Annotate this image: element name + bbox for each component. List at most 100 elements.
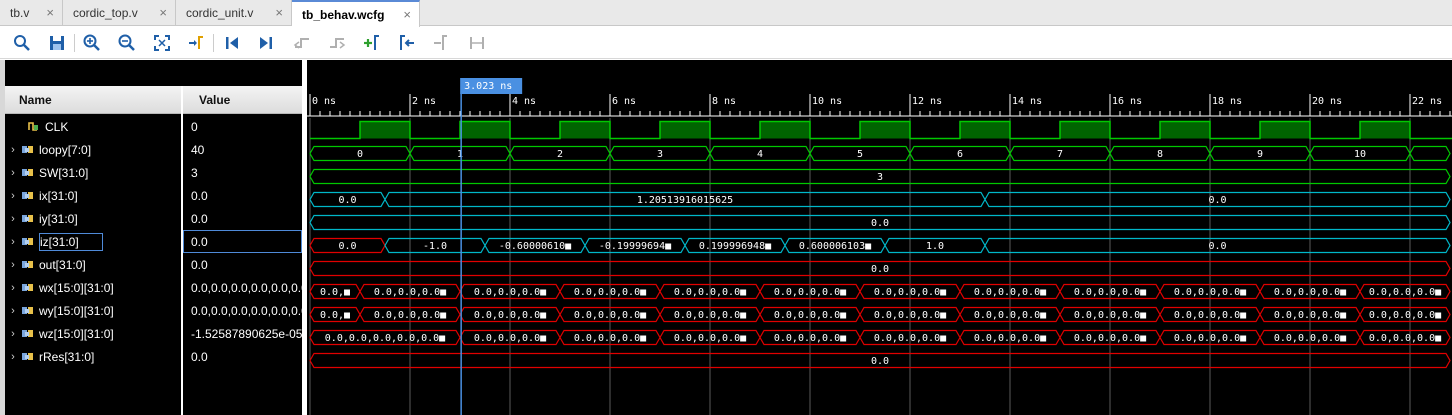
- chevron-right-icon[interactable]: ›: [5, 213, 21, 225]
- signal-name: ix[31:0]: [39, 188, 78, 203]
- bus-signal-icon: [22, 261, 33, 268]
- goto-cursor-icon[interactable]: [186, 33, 206, 53]
- waveform-viewer[interactable]: 0 ns 2 ns 4 ns 6 ns 8 ns 10 ns 12 ns 14 ns 16 ns…: [307, 60, 1452, 415]
- wx-value-label: 0.0,0.0,0.0■: [974, 287, 1046, 298]
- toolbar-separator: [74, 34, 75, 52]
- close-icon[interactable]: ×: [159, 5, 167, 20]
- wz-value-label: 0.0,0.0,0.0■: [1369, 333, 1441, 344]
- tab-cordic-top-v[interactable]: cordic_top.v ×: [63, 0, 176, 26]
- signal-row[interactable]: › wx[15:0][31:0]: [5, 276, 181, 299]
- chevron-right-icon[interactable]: ›: [5, 305, 21, 317]
- zoom-out-icon[interactable]: [117, 33, 137, 53]
- signal-value: 3: [191, 165, 198, 180]
- waveform-canvas[interactable]: 0 ns 2 ns 4 ns 6 ns 8 ns 10 ns 12 ns 14 ns 16 ns…: [307, 60, 1452, 415]
- ruler-tick-label: 8 ns: [712, 96, 736, 107]
- zoom-in-icon[interactable]: [82, 33, 102, 53]
- signal-row[interactable]: › iz[31:0]: [5, 230, 181, 253]
- chevron-right-icon[interactable]: ›: [5, 144, 21, 156]
- signal-value: -1.52587890625e-05: [191, 326, 302, 341]
- wx-value-label: 0.0,0.0,0.0■: [474, 287, 546, 298]
- signal-row[interactable]: › SW[31:0]: [5, 161, 181, 184]
- close-icon[interactable]: ×: [275, 5, 283, 20]
- out-value-label: 0.0: [871, 264, 889, 275]
- signal-name: SW[31:0]: [39, 165, 89, 180]
- wy-value-label: 0.0,0.0,0.0■: [574, 310, 646, 321]
- value-column-header[interactable]: Value: [183, 86, 302, 114]
- search-icon[interactable]: [12, 33, 32, 53]
- ruler-tick-label: 4 ns: [512, 96, 536, 107]
- chevron-right-icon[interactable]: ›: [5, 351, 21, 363]
- ruler-tick-label: 16 ns: [1112, 96, 1142, 107]
- iz-value-label: -0.19999694■: [599, 241, 671, 252]
- signal-row[interactable]: › ix[31:0]: [5, 184, 181, 207]
- chevron-right-icon[interactable]: ›: [5, 236, 21, 248]
- signal-name: rRes[31:0]: [39, 349, 95, 364]
- clk-high-fill: [760, 121, 810, 139]
- next-marker-icon[interactable]: [431, 33, 451, 53]
- swap-cursors-icon[interactable]: [467, 33, 487, 53]
- tab-cordic-unit-v[interactable]: cordic_unit.v ×: [176, 0, 292, 26]
- save-icon[interactable]: [47, 33, 67, 53]
- previous-transition-icon[interactable]: [292, 33, 312, 53]
- chevron-right-icon[interactable]: ›: [5, 167, 21, 179]
- tab-tb-v[interactable]: tb.v ×: [0, 0, 63, 26]
- signal-row[interactable]: › rRes[31:0]: [5, 345, 181, 368]
- name-column-header[interactable]: Name: [5, 86, 181, 114]
- wy-value-label: 0.0,0.0,0.0■: [874, 310, 946, 321]
- clk-high-fill: [1060, 121, 1110, 139]
- ix-value-label: 0.0: [338, 195, 356, 206]
- signal-row[interactable]: CLK: [5, 115, 181, 138]
- chevron-right-icon[interactable]: ›: [5, 190, 21, 202]
- signal-value: 0: [191, 119, 198, 134]
- clk-high-fill: [860, 121, 910, 139]
- clk-high-fill: [560, 121, 610, 139]
- signal-row[interactable]: › out[31:0]: [5, 253, 181, 276]
- previous-marker-icon[interactable]: [397, 33, 417, 53]
- wx-value-label: 0.0,0.0,0.0■: [1174, 287, 1246, 298]
- wz-value-label: 0.0,0.0,0.0■: [674, 333, 746, 344]
- go-to-last-time-icon[interactable]: [256, 33, 276, 53]
- iz-value-label: -0.60000610■: [499, 241, 571, 252]
- signal-value: 0.0: [183, 230, 302, 253]
- chevron-right-icon[interactable]: ›: [5, 282, 21, 294]
- loopy-value-label: 2: [557, 149, 563, 160]
- wy-value-label: 0.0,0.0,0.0■: [474, 310, 546, 321]
- signal-row[interactable]: › wz[15:0][31:0]: [5, 322, 181, 345]
- wz-value-label: 0.0,0.0,0.0■: [1074, 333, 1146, 344]
- wz-value-label: 0.0,0.0,0.0■: [874, 333, 946, 344]
- ix-value-label: 0.0: [1208, 195, 1226, 206]
- wz-value-label: 0.0,0.0,0.0,0.0,0.0■: [325, 333, 445, 344]
- signal-value: 40: [191, 142, 205, 157]
- signal-name: CLK: [45, 119, 69, 134]
- signal-names-panel: Name CLK › loopy[7:0] › SW[31:0] › ix[31:0] › iy…: [5, 86, 181, 415]
- chevron-right-icon[interactable]: ›: [5, 328, 21, 340]
- tab-tb-behav-wcfg[interactable]: tb_behav.wcfg ×: [292, 0, 420, 27]
- clk-high-fill: [1360, 121, 1410, 139]
- close-icon[interactable]: ×: [46, 5, 54, 20]
- wz-value-label: 0.0,0.0,0.0■: [1274, 333, 1346, 344]
- iz-value-label: 0.600006103■: [799, 241, 871, 252]
- close-icon[interactable]: ×: [403, 7, 411, 22]
- chevron-right-icon[interactable]: ›: [5, 259, 21, 271]
- wy-value-label: 0.0,0.0,0.0■: [1369, 310, 1441, 321]
- iz-value-label: 0.0: [338, 241, 356, 252]
- go-to-time-zero-icon[interactable]: [222, 33, 242, 53]
- clk-high-fill: [960, 121, 1010, 139]
- loopy-value-label: 8: [1157, 149, 1163, 160]
- signal-name: out[31:0]: [39, 257, 86, 272]
- signal-row[interactable]: › wy[15:0][31:0]: [5, 299, 181, 322]
- signal-name: iz[31:0]: [39, 232, 103, 251]
- wz-value-label: 0.0,0.0,0.0■: [974, 333, 1046, 344]
- loopy-value-label: 7: [1057, 149, 1063, 160]
- wx-value-label: 0.0,0.0,0.0■: [374, 287, 446, 298]
- add-marker-icon[interactable]: [361, 33, 381, 53]
- zoom-fit-icon[interactable]: [152, 33, 172, 53]
- iz-value-label: -1.0: [423, 241, 447, 252]
- wx-value-label: 0.0,0.0,0.0■: [1369, 287, 1441, 298]
- signal-row[interactable]: › iy[31:0]: [5, 207, 181, 230]
- signal-value: 0.0: [191, 188, 208, 203]
- wx-value-label: 0.0,0.0,0.0■: [574, 287, 646, 298]
- clk-high-fill: [460, 121, 510, 139]
- signal-row[interactable]: › loopy[7:0]: [5, 138, 181, 161]
- next-transition-icon[interactable]: [327, 33, 347, 53]
